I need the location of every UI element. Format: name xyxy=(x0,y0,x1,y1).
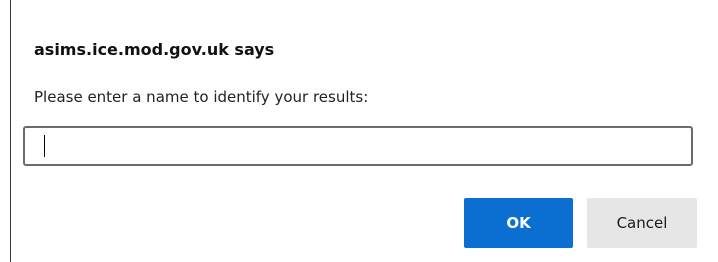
dialog-title: asims.ice.mod.gov.uk says xyxy=(34,40,275,59)
ok-button[interactable]: OK xyxy=(464,198,573,248)
name-input[interactable] xyxy=(23,126,693,166)
dialog-message: Please enter a name to identify your res… xyxy=(34,88,369,106)
cancel-button[interactable]: Cancel xyxy=(587,198,697,248)
text-cursor xyxy=(44,135,45,157)
